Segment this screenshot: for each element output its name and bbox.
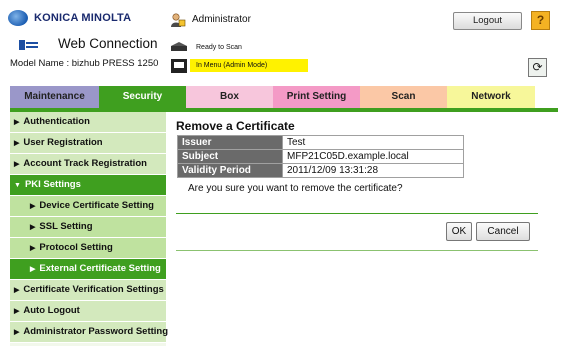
sidebar-item-user-registration[interactable]: ▶ User Registration xyxy=(10,133,166,154)
sidebar-item-label: SSL Setting xyxy=(39,221,93,232)
sidebar-item-device-certificate-setting[interactable]: ▶ Device Certificate Setting xyxy=(10,196,166,217)
table-row: Subject MFP21C05D.example.local xyxy=(177,149,464,164)
status-ready: Ready to Scan xyxy=(196,44,242,51)
sidebar-item-label: Account Track Registration xyxy=(23,158,147,169)
arrow-right-icon: ▶ xyxy=(14,287,20,294)
arrow-right-icon: ▶ xyxy=(14,119,20,126)
sidebar: ▶ Authentication ▶ User Registration ▶ Acco… xyxy=(10,112,169,346)
divider xyxy=(176,213,538,214)
sidebar-item-protocol-setting[interactable]: ▶ Protocol Setting xyxy=(10,238,166,259)
ok-button[interactable]: OK xyxy=(446,222,472,241)
logout-button[interactable]: Logout xyxy=(453,12,522,30)
table-row: Issuer Test xyxy=(177,135,464,150)
arrow-right-icon: ▶ xyxy=(14,161,20,168)
tab-print-setting[interactable]: Print Setting xyxy=(273,86,360,108)
subject-label: Subject xyxy=(177,149,283,164)
pagescope-logo-icon xyxy=(18,38,40,52)
tab-network[interactable]: Network xyxy=(447,86,535,108)
table-row: Validity Period 2011/12/09 13:31:28 xyxy=(177,163,464,178)
mfp-device-icon xyxy=(171,59,187,73)
konica-minolta-logo-icon xyxy=(8,10,28,26)
arrow-right-icon: ▶ xyxy=(14,329,20,336)
certificate-info-table: Issuer Test Subject MFP21C05D.example.lo… xyxy=(177,135,464,178)
subject-value: MFP21C05D.example.local xyxy=(282,149,464,164)
arrow-right-icon: ▶ xyxy=(30,203,36,210)
brand-name: KONICA MINOLTA xyxy=(34,12,132,24)
sidebar-item-authentication[interactable]: ▶ Authentication xyxy=(10,112,166,133)
sidebar-item-certificate-verification-settings[interactable]: ▶ Certificate Verification Settings xyxy=(10,280,166,301)
sidebar-item-account-track-registration[interactable]: ▶ Account Track Registration xyxy=(10,154,166,175)
tab-scan[interactable]: Scan xyxy=(360,86,447,108)
sidebar-item-label: User Registration xyxy=(23,137,103,148)
validity-period-label: Validity Period xyxy=(177,163,283,178)
sidebar-item-label: External Certificate Setting xyxy=(39,263,161,274)
scanner-icon xyxy=(171,42,187,51)
model-name: Model Name : bizhub PRESS 1250 xyxy=(10,58,159,69)
status-mode: In Menu (Admin Mode) xyxy=(196,62,268,69)
arrow-right-icon: ▶ xyxy=(30,266,36,273)
sidebar-item-label: PKI Settings xyxy=(24,179,81,190)
arrow-right-icon: ▶ xyxy=(30,224,36,231)
arrow-down-icon: ▼ xyxy=(14,182,21,189)
sidebar-item-ssl-setting[interactable]: ▶ SSL Setting xyxy=(10,217,166,238)
product-name: Web Connection xyxy=(58,36,158,51)
issuer-value: Test xyxy=(282,135,464,150)
sidebar-item-administrator-password-setting[interactable]: ▶ Administrator Password Setting xyxy=(10,322,169,343)
help-icon[interactable]: ? xyxy=(531,11,550,30)
sidebar-item-pki-settings[interactable]: ▼ PKI Settings xyxy=(10,175,166,196)
cancel-button[interactable]: Cancel xyxy=(476,222,530,241)
sidebar-item-label: Auto Logout xyxy=(23,305,80,316)
sidebar-item-auto-logout[interactable]: ▶ Auto Logout xyxy=(10,301,166,322)
sidebar-item-label: Certificate Verification Settings xyxy=(23,284,164,295)
arrow-right-icon: ▶ xyxy=(14,308,20,315)
administrator-icon xyxy=(171,13,186,27)
page-title: Remove a Certificate xyxy=(176,119,295,133)
tab-security[interactable]: Security xyxy=(99,86,186,108)
user-name: Administrator xyxy=(192,14,251,25)
refresh-icon[interactable]: ⟳ xyxy=(528,58,547,77)
divider xyxy=(176,250,538,251)
arrow-right-icon: ▶ xyxy=(30,245,36,252)
arrow-right-icon: ▶ xyxy=(14,140,20,147)
sidebar-item-label: Authentication xyxy=(23,116,90,127)
tab-box[interactable]: Box xyxy=(186,86,273,108)
confirm-message: Are you sure you want to remove the cert… xyxy=(188,183,403,194)
validity-period-value: 2011/12/09 13:31:28 xyxy=(282,163,464,178)
sidebar-item-label: Device Certificate Setting xyxy=(39,200,154,211)
tab-maintenance[interactable]: Maintenance xyxy=(10,86,99,108)
issuer-label: Issuer xyxy=(177,135,283,150)
sidebar-item-label: Protocol Setting xyxy=(39,242,113,253)
sidebar-item-external-certificate-setting[interactable]: ▶ External Certificate Setting xyxy=(10,259,166,280)
sidebar-item-label: Administrator Password Setting xyxy=(23,326,169,337)
